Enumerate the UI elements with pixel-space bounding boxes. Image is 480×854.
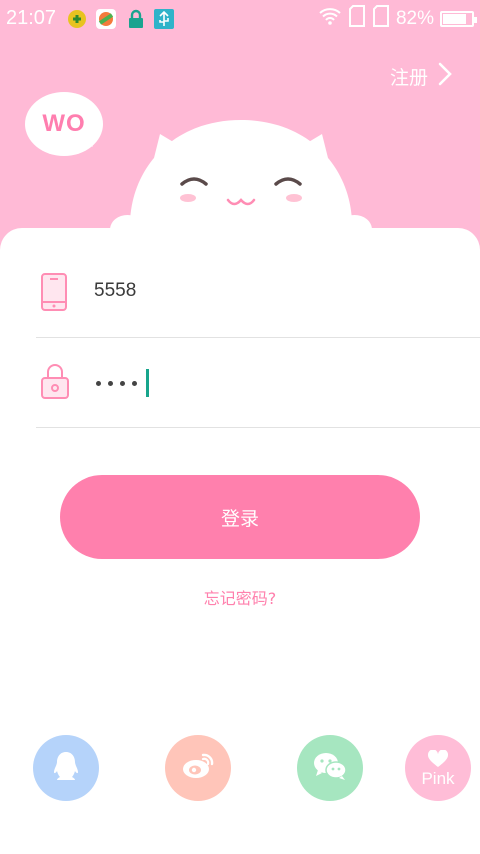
login-button[interactable]: 登录 [60,475,420,559]
color-app-icon [96,9,116,29]
battery-fill [443,14,466,24]
register-link[interactable]: 注册 [390,62,452,91]
pink-login-button[interactable]: Pink [405,735,471,801]
password-field[interactable] [36,338,480,428]
cat-mascot [110,112,372,242]
battery-icon [440,11,477,27]
status-bar: 21:07 82% [0,0,480,38]
usb-icon [154,9,174,29]
password-input[interactable] [96,368,149,398]
bubble-text: WO [42,110,86,137]
sim-card-icon [348,5,366,33]
password-dot [96,380,101,386]
password-dot [108,380,113,386]
phone-icon [40,272,68,312]
game-app-icon [67,9,87,29]
lock-icon [40,362,69,402]
password-dot [132,380,137,386]
phone-input[interactable]: 5558 [94,280,136,302]
wechat-login-button[interactable] [297,735,363,801]
weibo-icon [181,752,215,784]
phone-field[interactable]: 5558 [36,248,480,338]
status-right-group: 82% [318,5,477,33]
lock-icon [126,9,146,29]
status-time: 21:07 [6,7,57,29]
text-cursor [146,369,149,397]
forgot-password-link[interactable]: 忘记密码? [0,585,480,609]
password-dot [120,380,125,386]
pink-label: Pink [421,768,455,788]
sim-card-icon [372,5,390,33]
qq-login-button[interactable] [33,735,99,801]
register-label: 注册 [389,67,428,89]
chevron-right-icon [438,62,452,91]
battery-percent: 82% [395,8,434,29]
wifi-icon [318,6,342,32]
qq-icon [52,750,80,786]
weibo-login-button[interactable] [165,735,231,801]
login-label: 登录 [220,507,259,530]
wechat-icon [312,751,348,785]
